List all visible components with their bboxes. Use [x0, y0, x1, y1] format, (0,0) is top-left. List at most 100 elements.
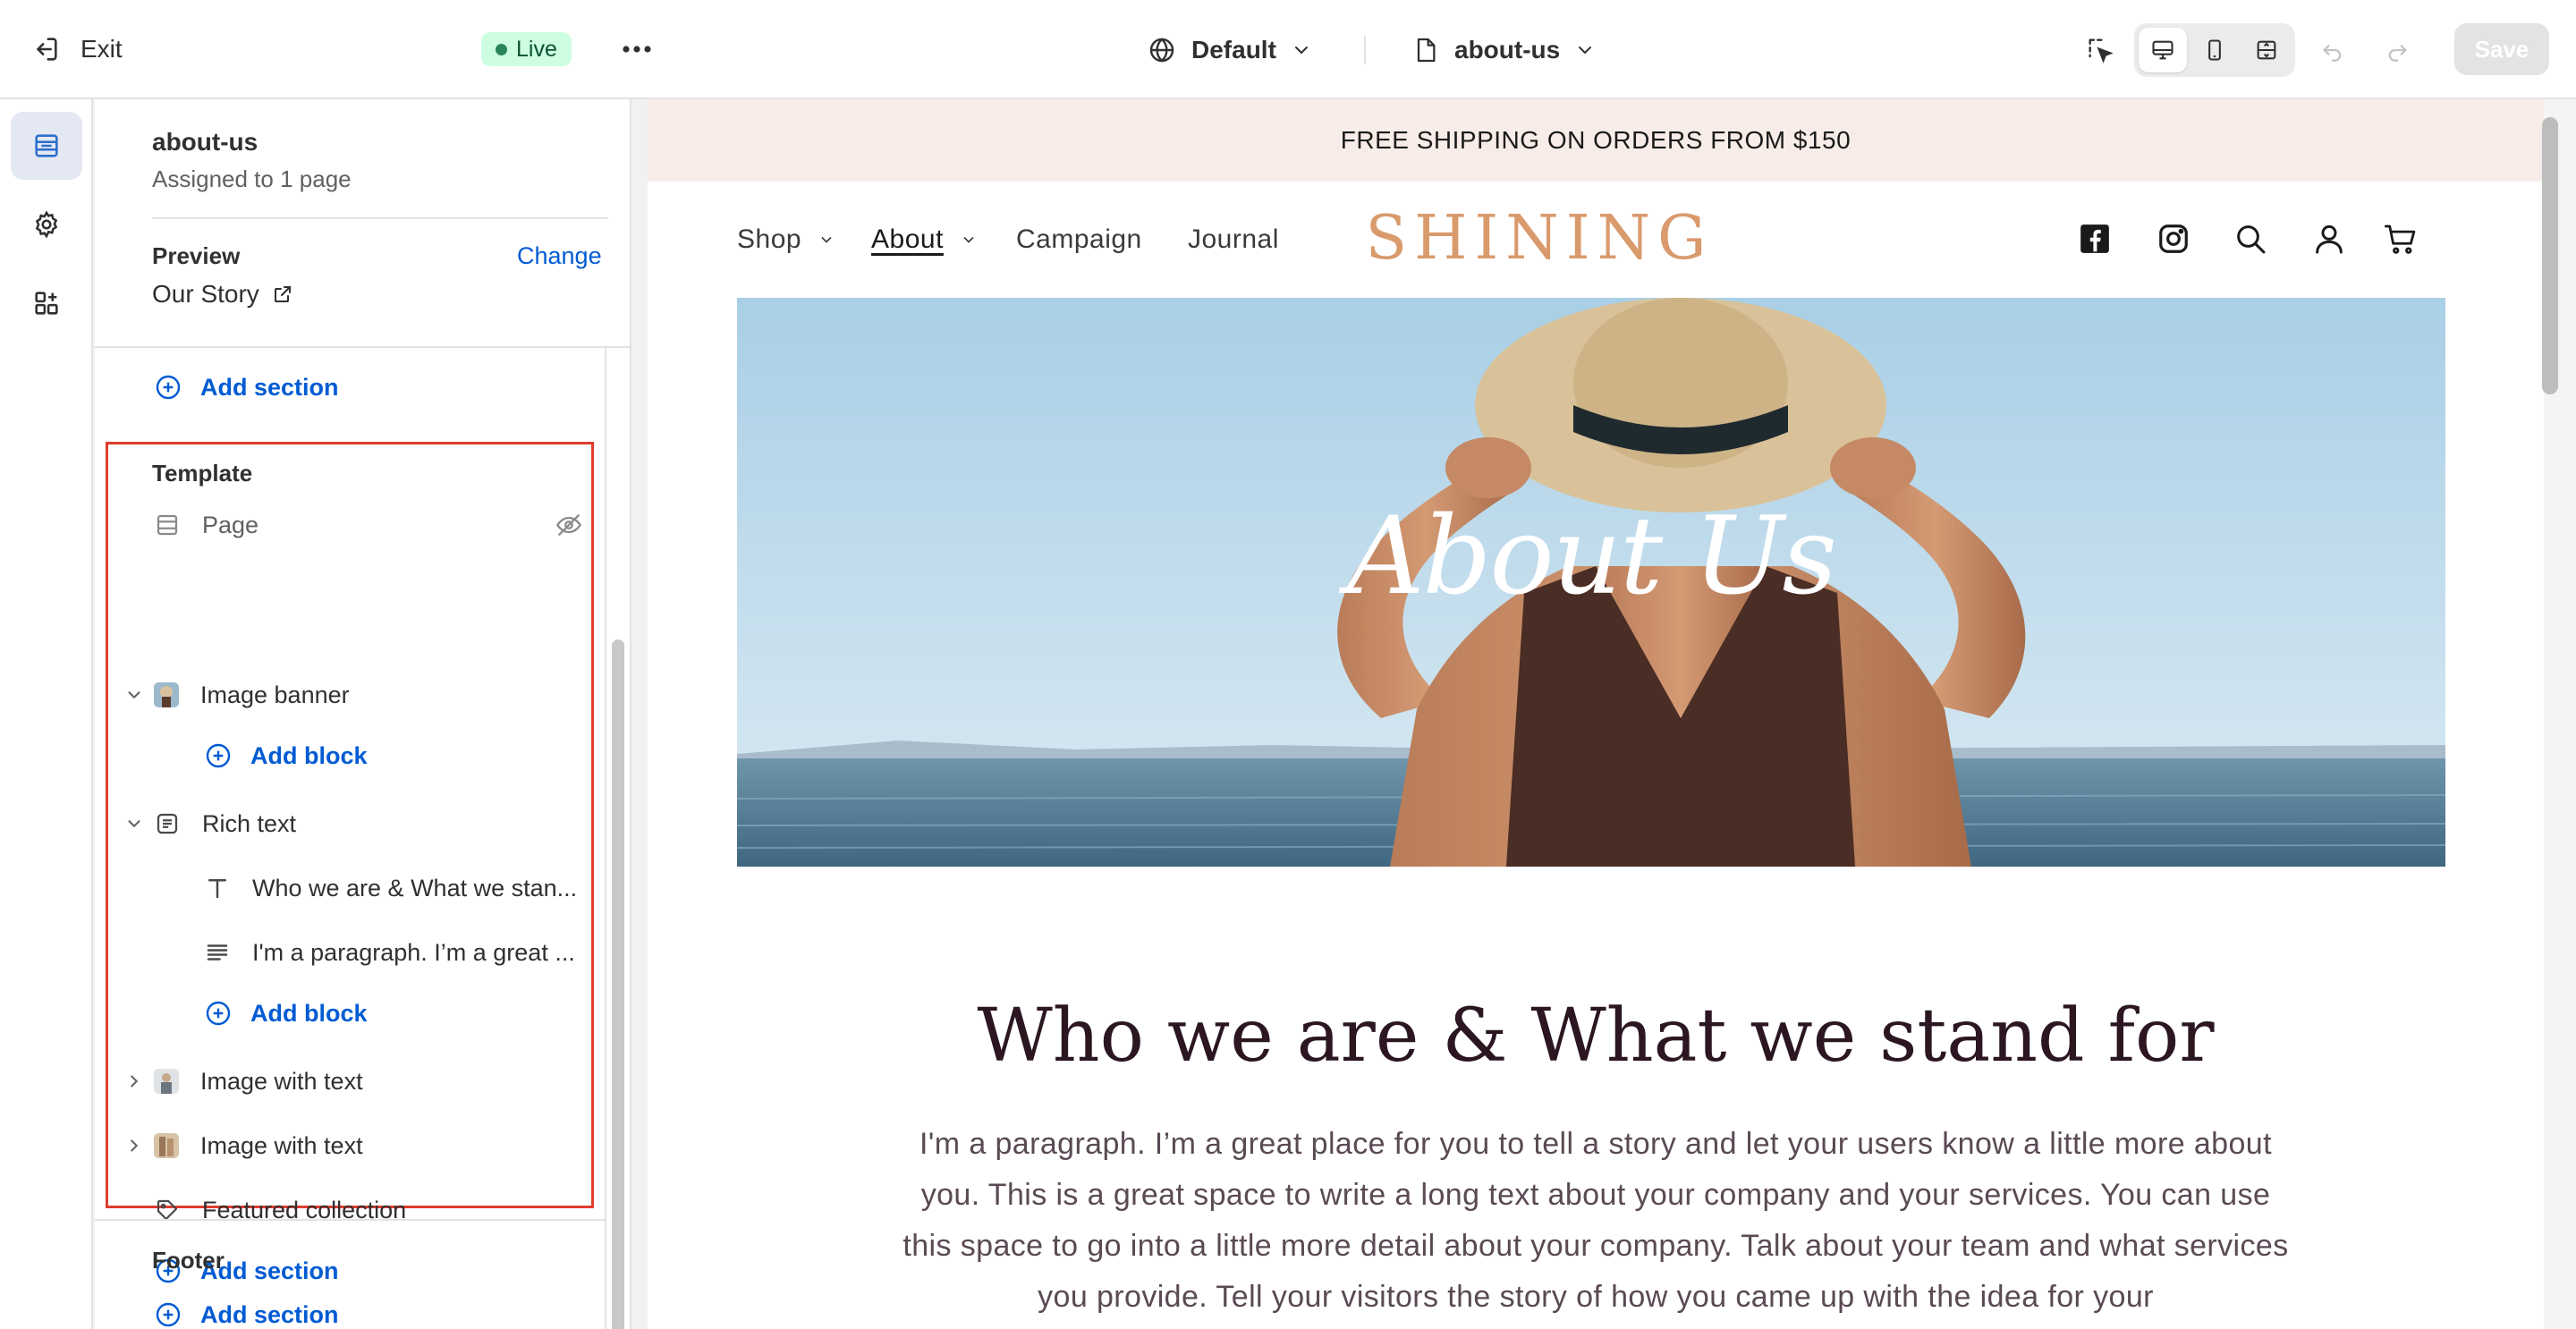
storefront-preview[interactable]: FREE SHIPPING ON ORDERS FROM $150 Shop A…	[648, 99, 2576, 1329]
rail-settings-button[interactable]	[11, 190, 82, 258]
expand-view-icon	[2257, 40, 2276, 60]
redo-icon	[2388, 45, 2407, 62]
section-image-with-text-2-label: Image with text	[200, 1131, 363, 1159]
account-button[interactable]	[2309, 219, 2349, 258]
plus-circle-icon	[206, 743, 231, 768]
add-section-label: Add section	[200, 1300, 339, 1328]
page-selector-label: about-us	[1454, 36, 1561, 63]
divider	[95, 346, 630, 348]
gear-icon	[35, 210, 58, 239]
user-icon	[2316, 224, 2343, 254]
add-block-rich-text-button[interactable]: Add block	[204, 999, 368, 1028]
preview-page-label: Our Story	[152, 280, 259, 308]
section-rich-text-label: Rich text	[202, 809, 297, 837]
exit-icon	[37, 38, 57, 61]
block-rich-paragraph[interactable]: I'm a paragraph. I’m a great ...	[204, 935, 581, 970]
expand-image-with-text-1-chevron[interactable]	[123, 1071, 145, 1092]
template-assigned-text: Assigned to 1 page	[152, 165, 352, 192]
preview-label: Preview	[152, 242, 241, 269]
facebook-icon	[2080, 224, 2109, 253]
sidebar-scrollbar[interactable]	[612, 639, 624, 1329]
section-image-with-text-2[interactable]: Image with text	[154, 1128, 363, 1164]
theme-selector-label: Default	[1191, 36, 1276, 63]
nav-shop-label: Shop	[737, 224, 802, 254]
expand-image-with-text-2-chevron[interactable]	[123, 1135, 145, 1156]
rail-apps-button[interactable]	[11, 269, 82, 337]
desktop-icon	[2152, 40, 2174, 60]
divider	[605, 348, 606, 1329]
undo-button[interactable]	[2315, 34, 2351, 66]
viewport-toggle-group	[2134, 23, 2295, 77]
preview-page-link[interactable]: Our Story	[152, 280, 293, 309]
footer-group-header: Footer	[152, 1247, 225, 1274]
add-section-header-button[interactable]: Add section	[154, 373, 339, 402]
plus-circle-icon	[156, 1302, 181, 1327]
section-image-banner[interactable]: Image banner	[154, 677, 350, 713]
block-rich-heading-label: Who we are & What we stan...	[252, 874, 578, 902]
live-status-badge: Live	[481, 32, 572, 66]
add-block-label: Add block	[250, 741, 368, 769]
banner-heading: About Us	[1346, 495, 1837, 619]
exit-button[interactable]: Exit	[30, 30, 123, 68]
chevron-down-icon	[128, 820, 140, 828]
nav-campaign[interactable]: Campaign	[1016, 224, 1142, 255]
redo-button[interactable]	[2379, 34, 2415, 66]
section-image-with-text-1[interactable]: Image with text	[154, 1063, 363, 1099]
change-preview-link[interactable]: Change	[517, 242, 602, 270]
section-featured-collection[interactable]: Featured collection	[154, 1192, 406, 1228]
chevron-down-icon	[1294, 47, 1308, 55]
section-page[interactable]: Page	[154, 507, 583, 543]
fullscreen-view-button[interactable]	[2242, 28, 2291, 72]
add-block-label: Add block	[250, 999, 368, 1027]
instagram-icon	[2159, 224, 2188, 253]
template-title: about-us	[152, 128, 258, 156]
apps-icon	[35, 292, 58, 315]
page-section-icon	[157, 514, 178, 536]
theme-selector[interactable]: Default	[1147, 30, 1312, 70]
section-rich-text[interactable]: Rich text	[154, 806, 296, 842]
preview-scrollbar[interactable]	[2542, 117, 2558, 394]
paragraph-text-icon	[207, 944, 228, 961]
chevron-right-icon	[131, 1075, 139, 1088]
section-image-banner-label: Image banner	[200, 681, 350, 708]
globe-icon	[1149, 38, 1174, 63]
nav-about[interactable]: About	[871, 224, 978, 255]
sections-icon	[35, 134, 58, 157]
nav-journal[interactable]: Journal	[1188, 224, 1279, 255]
image-banner[interactable]: About Us	[737, 298, 2445, 867]
undo-icon	[2323, 45, 2342, 62]
hidden-eye-icon[interactable]	[555, 511, 583, 539]
rail-sections-button[interactable]	[11, 112, 82, 180]
topbar-divider	[1364, 36, 1366, 64]
block-rich-heading[interactable]: Who we are & What we stan...	[204, 870, 581, 906]
mobile-view-button[interactable]	[2190, 28, 2239, 72]
inspector-toggle-button[interactable]	[2080, 32, 2120, 68]
heading-text-icon	[208, 879, 226, 899]
page-icon	[1417, 38, 1436, 63]
live-dot-icon	[496, 43, 507, 55]
store-logo[interactable]: SHINING	[1366, 201, 1707, 275]
chevron-right-icon	[131, 1139, 139, 1152]
search-button[interactable]	[2231, 219, 2270, 258]
expand-rich-text-chevron[interactable]	[123, 813, 145, 834]
desktop-view-button[interactable]	[2139, 28, 2187, 72]
search-icon	[2237, 225, 2266, 254]
add-section-footer-button[interactable]: Add section	[154, 1300, 339, 1329]
nav-shop[interactable]: Shop	[737, 224, 835, 255]
add-block-image-banner-button[interactable]: Add block	[204, 741, 368, 770]
section-image-with-text-1-label: Image with text	[200, 1067, 363, 1095]
editor-rail	[0, 99, 93, 1329]
more-actions-button[interactable]	[617, 34, 657, 64]
save-button[interactable]: Save	[2454, 23, 2549, 75]
chevron-down-icon	[1579, 47, 1592, 55]
more-horizontal-icon	[623, 46, 651, 53]
add-section-label: Add section	[200, 373, 339, 401]
image-with-text-thumbnail-icon	[154, 1133, 179, 1158]
instagram-link[interactable]	[2154, 219, 2193, 258]
page-selector[interactable]: about-us	[1411, 30, 1596, 70]
facebook-link[interactable]	[2075, 219, 2114, 258]
expand-image-banner-chevron[interactable]	[123, 684, 145, 706]
cart-button[interactable]	[2381, 219, 2420, 258]
rich-text-icon	[157, 813, 178, 834]
cart-icon	[2384, 224, 2416, 254]
